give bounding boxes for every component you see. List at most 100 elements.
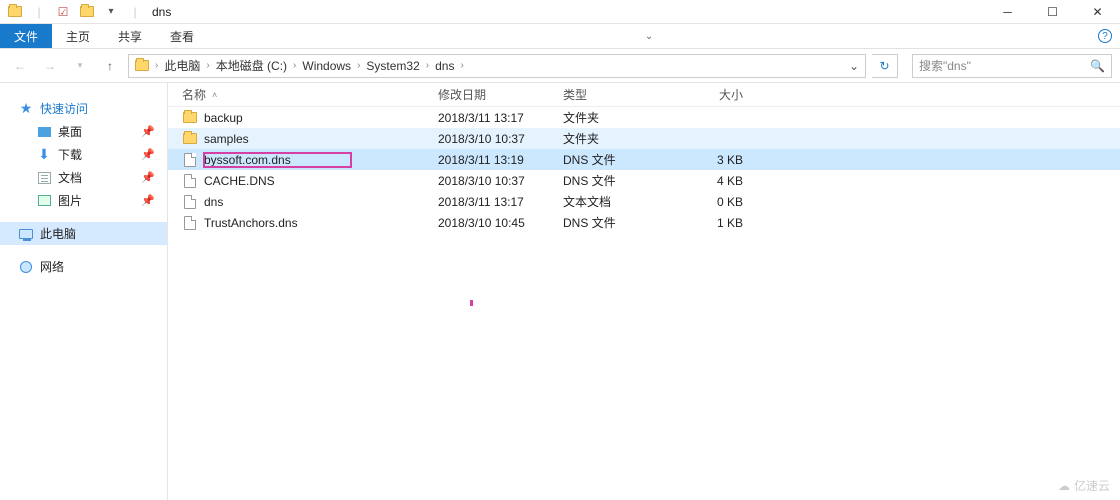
breadcrumb-root-icon[interactable] xyxy=(131,60,153,71)
up-button[interactable]: ↑ xyxy=(98,54,122,78)
column-header-type[interactable]: 类型 xyxy=(563,86,681,103)
file-date: 2018/3/10 10:45 xyxy=(438,216,563,230)
file-list-pane: 名称 ˄ 修改日期 类型 大小 backup2018/3/11 13:17文件夹… xyxy=(168,83,1120,500)
sidebar-item-label: 此电脑 xyxy=(40,225,76,242)
forward-button[interactable]: → xyxy=(38,54,62,78)
sidebar-item-documents[interactable]: 文档 📌 xyxy=(0,166,167,189)
search-icon[interactable]: 🔍 xyxy=(1090,59,1105,73)
file-row[interactable]: TrustAnchors.dns 2018/3/10 10:45DNS 文件1 K… xyxy=(168,212,1120,233)
qat-separator: | xyxy=(30,3,48,21)
titlebar: | ☑ ▾ | dns ─ ☐ ✕ xyxy=(0,0,1120,24)
file-name: TrustAnchors.dns xyxy=(204,216,298,230)
file-size: 4 KB xyxy=(681,174,751,188)
sidebar-item-network[interactable]: 网络 xyxy=(0,255,167,278)
content-area: ★ 快速访问 桌面 📌 ⬇ 下载 📌 文档 📌 图片 📌 此电脑 xyxy=(0,83,1120,500)
star-icon: ★ xyxy=(18,101,34,117)
watermark: ☁ 亿速云 xyxy=(1058,477,1110,494)
breadcrumb-item[interactable]: 此电脑 xyxy=(160,57,204,74)
file-row[interactable]: dns2018/3/11 13:17文本文档0 KB xyxy=(168,191,1120,212)
breadcrumb-item[interactable]: dns xyxy=(431,59,458,73)
file-row[interactable]: CACHE.DNS2018/3/10 10:37DNS 文件4 KB xyxy=(168,170,1120,191)
folder-icon xyxy=(182,110,198,126)
navigation-pane: ★ 快速访问 桌面 📌 ⬇ 下载 📌 文档 📌 图片 📌 此电脑 xyxy=(0,83,168,500)
address-bar[interactable]: › 此电脑 › 本地磁盘 (C:) › Windows › System32 ›… xyxy=(128,54,866,78)
address-dropdown-icon[interactable]: ⌄ xyxy=(845,59,863,73)
properties-icon[interactable]: ☑ xyxy=(54,3,72,21)
close-button[interactable]: ✕ xyxy=(1075,0,1120,24)
quick-access-toolbar: | ☑ ▾ | xyxy=(0,3,144,21)
chevron-right-icon[interactable]: › xyxy=(355,60,362,71)
desktop-icon xyxy=(36,124,52,140)
chevron-right-icon[interactable]: › xyxy=(204,60,211,71)
file-type: DNS 文件 xyxy=(563,214,681,231)
folder-icon-2[interactable] xyxy=(78,3,96,21)
file-type: 文件夹 xyxy=(563,109,681,126)
search-input[interactable]: 搜索"dns" 🔍 xyxy=(912,54,1112,78)
file-name: backup xyxy=(204,111,243,125)
tab-home[interactable]: 主页 xyxy=(52,24,104,48)
chevron-right-icon[interactable]: › xyxy=(424,60,431,71)
back-button[interactable]: ← xyxy=(8,54,32,78)
recent-dropdown[interactable]: ▾ xyxy=(68,54,92,78)
sidebar-item-label: 文档 xyxy=(58,169,82,186)
computer-icon xyxy=(18,226,34,242)
file-date: 2018/3/10 10:37 xyxy=(438,132,563,146)
tab-share[interactable]: 共享 xyxy=(104,24,156,48)
sidebar-item-label: 桌面 xyxy=(58,123,82,140)
maximize-button[interactable]: ☐ xyxy=(1030,0,1075,24)
chevron-right-icon[interactable]: › xyxy=(153,60,160,71)
file-name: byssoft.com.dns xyxy=(204,153,351,167)
picture-icon xyxy=(36,193,52,209)
breadcrumb-item[interactable]: 本地磁盘 (C:) xyxy=(212,57,291,74)
file-row[interactable]: backup2018/3/11 13:17文件夹 xyxy=(168,107,1120,128)
tab-view[interactable]: 查看 xyxy=(156,24,208,48)
file-row[interactable]: samples2018/3/10 10:37文件夹 xyxy=(168,128,1120,149)
pin-icon: 📌 xyxy=(141,171,155,184)
window-title: dns xyxy=(152,5,171,19)
file-date: 2018/3/11 13:17 xyxy=(438,195,563,209)
watermark-text: 亿速云 xyxy=(1074,477,1110,494)
refresh-button[interactable]: ↻ xyxy=(872,54,898,78)
file-date: 2018/3/11 13:19 xyxy=(438,153,563,167)
file-icon xyxy=(182,194,198,210)
file-size: 1 KB xyxy=(681,216,751,230)
file-name: CACHE.DNS xyxy=(204,174,275,188)
search-placeholder: 搜索"dns" xyxy=(919,57,1090,74)
qat-divider: | xyxy=(126,3,144,21)
file-type: 文本文档 xyxy=(563,193,681,210)
file-row[interactable]: byssoft.com.dns2018/3/11 13:19DNS 文件3 KB xyxy=(168,149,1120,170)
sidebar-item-pictures[interactable]: 图片 📌 xyxy=(0,189,167,212)
ribbon-tabs: 文件 主页 共享 查看 ⌄ ? xyxy=(0,24,1120,49)
sidebar-item-downloads[interactable]: ⬇ 下载 📌 xyxy=(0,143,167,166)
minimize-button[interactable]: ─ xyxy=(985,0,1030,24)
ribbon-collapse[interactable]: ⌄ xyxy=(634,24,664,48)
sidebar-item-label: 下载 xyxy=(58,146,82,163)
sidebar-quick-access[interactable]: ★ 快速访问 xyxy=(0,97,167,120)
column-header-name[interactable]: 名称 ˄ xyxy=(182,86,438,103)
column-header-date[interactable]: 修改日期 xyxy=(438,86,563,103)
column-header-size[interactable]: 大小 xyxy=(681,86,751,103)
sidebar-label: 快速访问 xyxy=(40,100,88,117)
breadcrumb-item[interactable]: System32 xyxy=(362,59,423,73)
document-icon xyxy=(36,170,52,186)
chevron-right-icon[interactable]: › xyxy=(291,60,298,71)
breadcrumb-item[interactable]: Windows xyxy=(298,59,355,73)
file-name: samples xyxy=(204,132,249,146)
file-size: 3 KB xyxy=(681,153,751,167)
sidebar-item-thispc[interactable]: 此电脑 xyxy=(0,222,167,245)
window-controls: ─ ☐ ✕ xyxy=(985,0,1120,24)
folder-icon[interactable] xyxy=(6,3,24,21)
pin-icon: 📌 xyxy=(141,148,155,161)
sidebar-item-desktop[interactable]: 桌面 📌 xyxy=(0,120,167,143)
help-button[interactable]: ? xyxy=(1090,24,1120,48)
file-icon xyxy=(182,215,198,231)
sidebar-item-label: 网络 xyxy=(40,258,64,275)
qat-dropdown-icon[interactable]: ▾ xyxy=(102,3,120,21)
chevron-right-icon[interactable]: › xyxy=(458,60,465,71)
cloud-icon: ☁ xyxy=(1058,479,1070,493)
annotation-mark xyxy=(470,300,473,306)
file-tab[interactable]: 文件 xyxy=(0,24,52,48)
column-headers: 名称 ˄ 修改日期 类型 大小 xyxy=(168,83,1120,107)
sort-indicator-icon: ˄ xyxy=(212,90,217,100)
sidebar-item-label: 图片 xyxy=(58,192,82,209)
